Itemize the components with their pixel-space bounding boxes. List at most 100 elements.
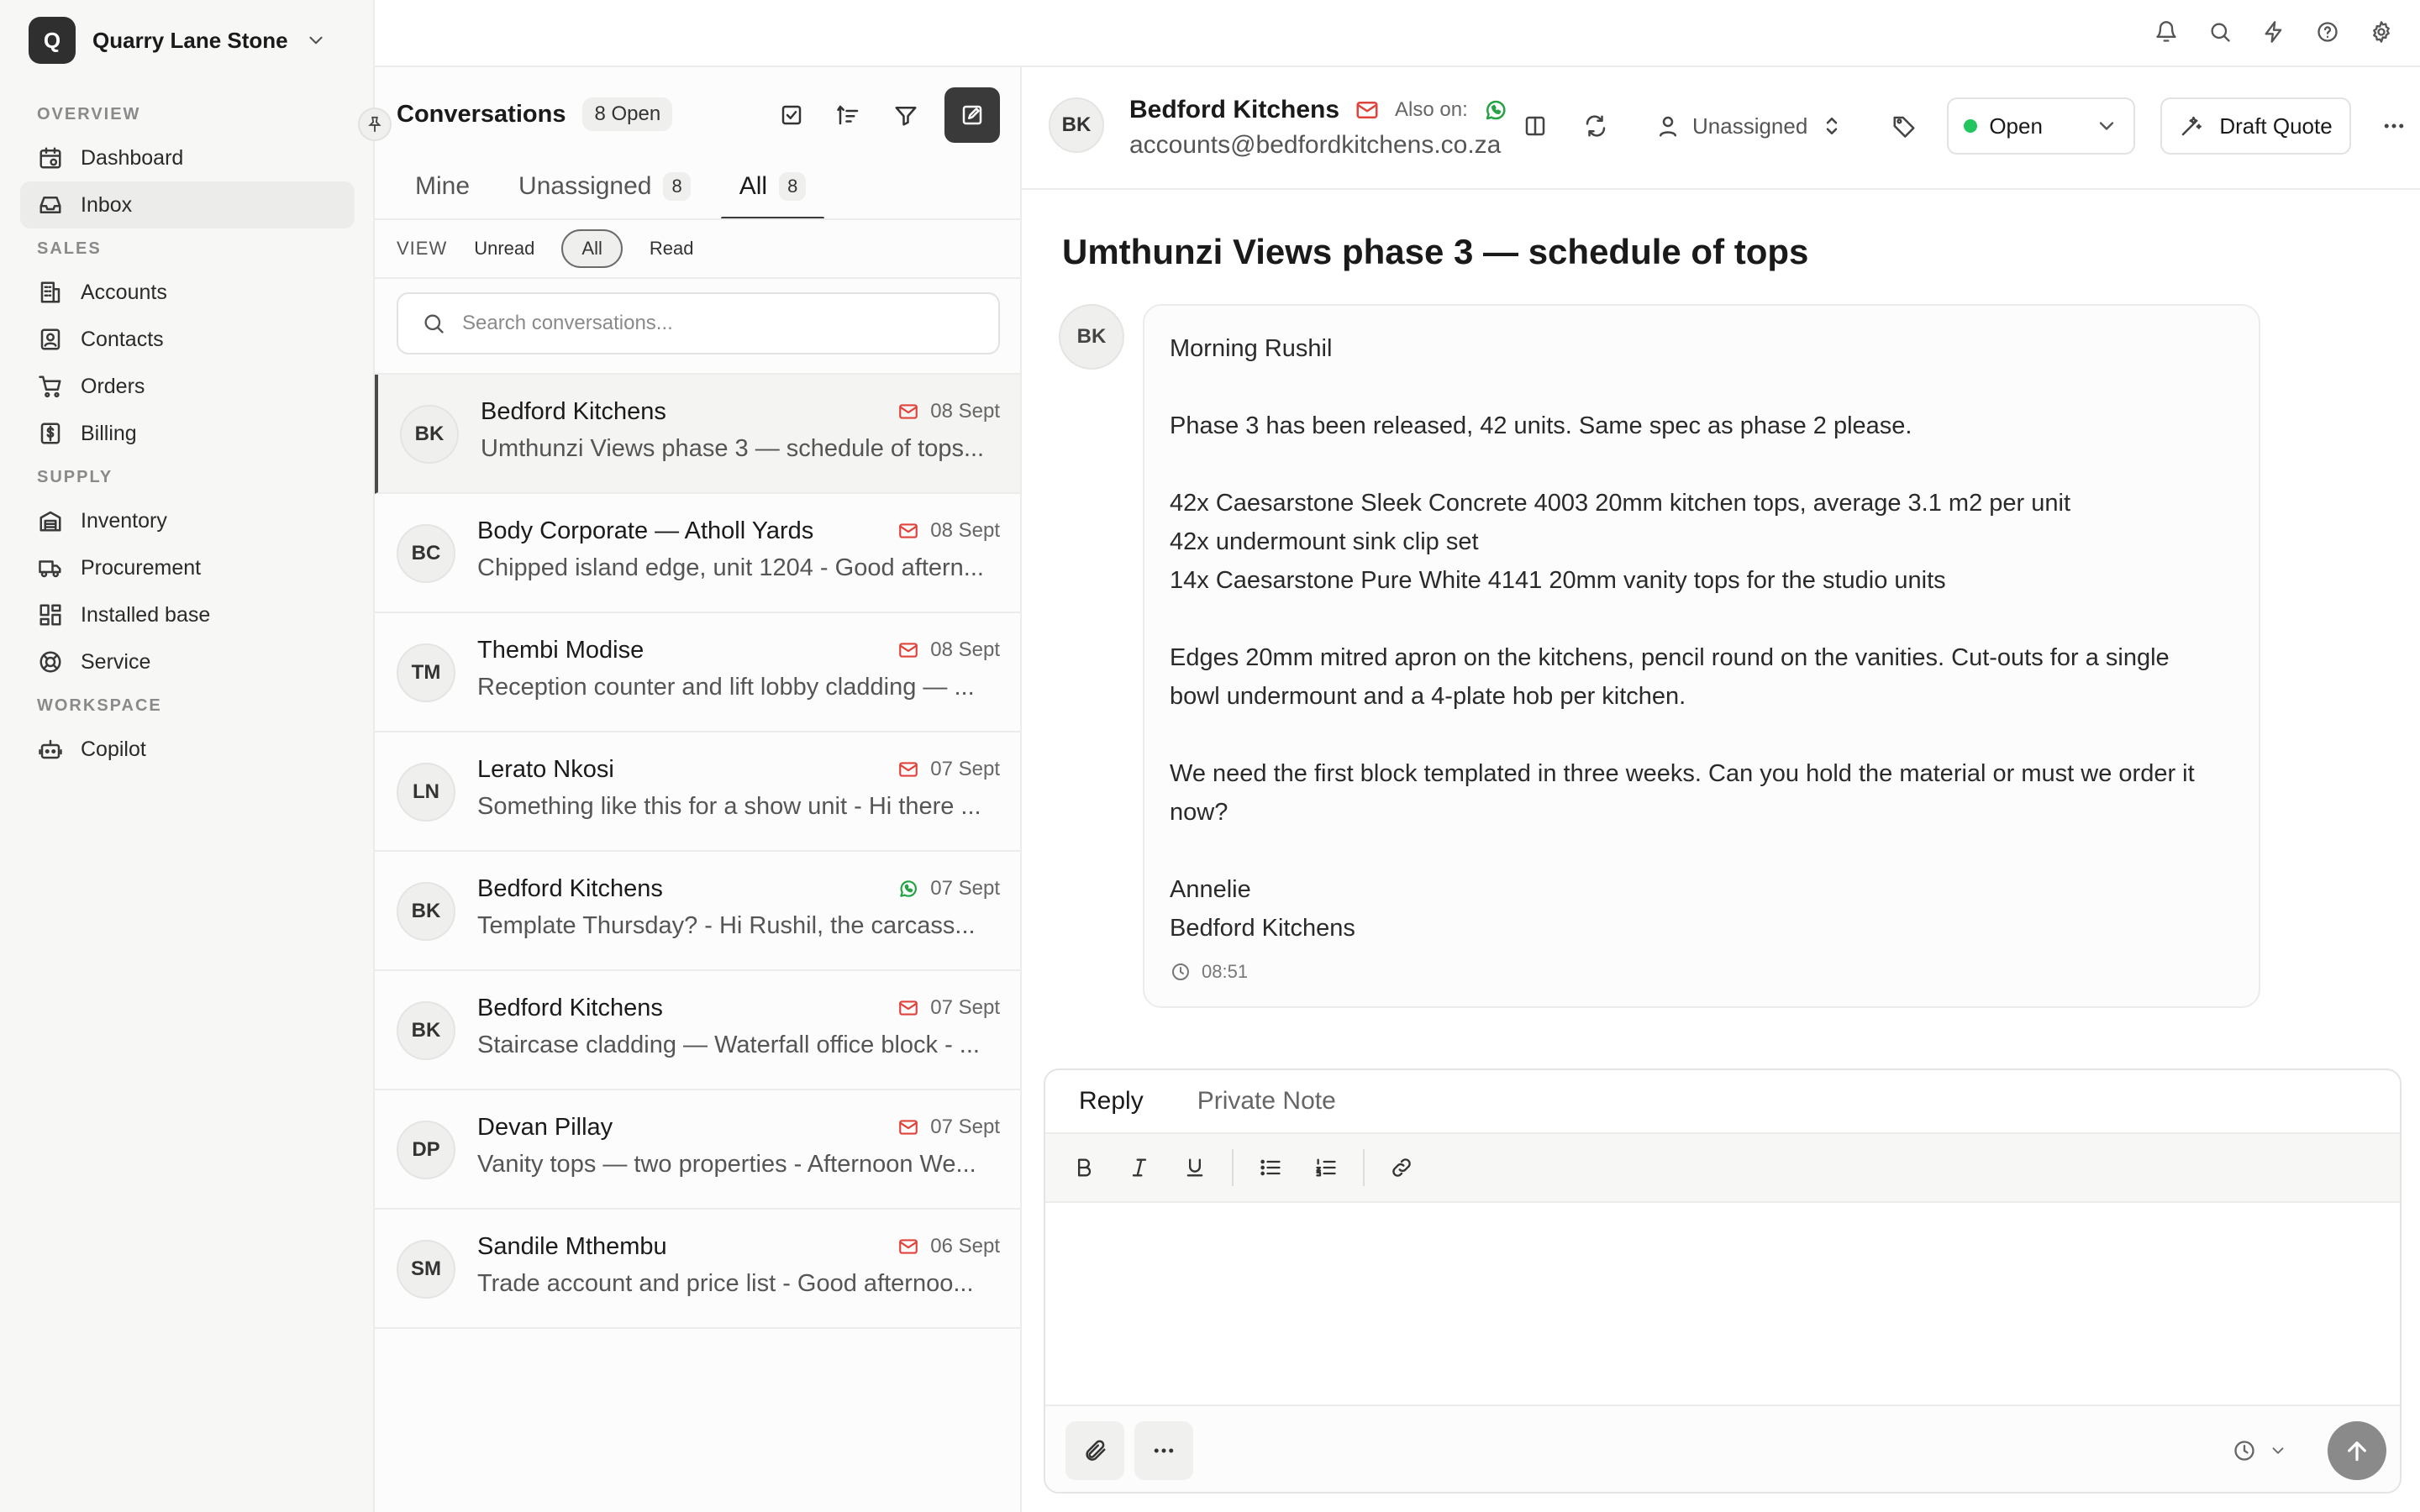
- conversation-date: 06 Sept: [930, 1235, 1000, 1257]
- help-icon[interactable]: [2314, 18, 2341, 45]
- arrow-up-icon: [2348, 1441, 2366, 1462]
- message-line: 42x Caesarstone Sleek Concrete 4003 20mm…: [1170, 490, 2070, 517]
- conversation-row[interactable]: LN Lerato Nkosi 07 Sept Something like this…: [375, 732, 1020, 852]
- search-icon[interactable]: [2207, 18, 2233, 45]
- conversation-row[interactable]: TM Thembi Modise 08 Sept Reception counter …: [375, 613, 1020, 732]
- paperclip-icon[interactable]: [1065, 1421, 1124, 1480]
- tab-private-note[interactable]: Private Note: [1197, 1087, 1336, 1116]
- sort-icon[interactable]: [830, 97, 867, 134]
- more-icon[interactable]: [1134, 1421, 1193, 1480]
- cart-icon: [37, 373, 64, 400]
- tab-count: 8: [663, 172, 691, 201]
- schedule-send[interactable]: [2232, 1438, 2291, 1463]
- tab-label: All: [739, 172, 768, 200]
- nav-section-supply: SUPPLY: [37, 467, 113, 486]
- lifebuoy-icon: [37, 648, 64, 675]
- divider: [375, 218, 1020, 220]
- conversation-name: Bedford Kitchens: [481, 398, 666, 425]
- message-line: 42x undermount sink clip set: [1170, 528, 1479, 555]
- sidebar-item-orders[interactable]: Orders: [20, 363, 355, 410]
- tag-icon[interactable]: [1886, 108, 1922, 144]
- conversation-name: Thembi Modise: [477, 637, 644, 664]
- bolt-icon[interactable]: [2260, 18, 2287, 45]
- bullet-list-icon[interactable]: [1252, 1149, 1289, 1186]
- conversation-meta: 07 Sept: [897, 1116, 1000, 1139]
- contact-name[interactable]: Bedford Kitchens: [1129, 96, 1339, 124]
- italic-icon[interactable]: [1121, 1149, 1158, 1186]
- conversation-date: 08 Sept: [930, 400, 1000, 423]
- assignee-select[interactable]: Unassigned: [1639, 113, 1861, 139]
- chevron-down-icon: [2265, 1438, 2291, 1463]
- conversation-date: 07 Sept: [930, 1116, 1000, 1138]
- conversation-row[interactable]: BK Bedford Kitchens 07 Sept Staircase cladd…: [375, 971, 1020, 1090]
- composer-footer: [1045, 1404, 2400, 1492]
- link-icon[interactable]: [1383, 1149, 1420, 1186]
- sidebar-item-accounts[interactable]: Accounts: [20, 269, 355, 316]
- avatar: BC: [397, 524, 455, 583]
- search-input[interactable]: [462, 312, 966, 335]
- tab-all[interactable]: All 8: [720, 155, 825, 220]
- conversation-row[interactable]: BK Bedford Kitchens 07 Sept Template Thursd…: [375, 852, 1020, 971]
- conversation-preview: Something like this for a show unit - Hi…: [477, 793, 981, 820]
- email-icon: [897, 758, 920, 781]
- draft-quote-button[interactable]: Draft Quote: [2160, 97, 2351, 155]
- sidebar-item-contacts[interactable]: Contacts: [20, 316, 355, 363]
- sidebar-item-copilot[interactable]: Copilot: [20, 726, 355, 773]
- conversations-panel: Conversations 8 Open Mine Unassigned 8 A…: [358, 67, 1022, 1512]
- conversation-date: 08 Sept: [930, 519, 1000, 542]
- bell-icon[interactable]: [2153, 18, 2180, 45]
- sidebar-item-label: Accounts: [81, 280, 167, 304]
- sidebar-item-procurement[interactable]: Procurement: [20, 544, 355, 591]
- whatsapp-icon[interactable]: [1481, 96, 1510, 124]
- view-unread[interactable]: Unread: [474, 238, 534, 260]
- chevron-down-icon: [2095, 114, 2118, 138]
- email-icon: [897, 1116, 920, 1139]
- message-line: Annelie: [1170, 876, 1251, 903]
- tab-unassigned[interactable]: Unassigned 8: [500, 155, 709, 218]
- sidebar-item-inventory[interactable]: Inventory: [20, 497, 355, 544]
- conversation-search: [397, 292, 1000, 354]
- sidebar-item-service[interactable]: Service: [20, 638, 355, 685]
- bold-icon[interactable]: [1065, 1149, 1102, 1186]
- conversation-meta: 07 Sept: [897, 996, 1000, 1020]
- view-all[interactable]: All: [561, 229, 623, 268]
- tab-mine[interactable]: Mine: [397, 155, 488, 218]
- sidebar-item-label: Billing: [81, 421, 137, 445]
- panel-toggle-icon[interactable]: [1518, 108, 1553, 144]
- sidebar-item-billing[interactable]: Billing: [20, 410, 355, 457]
- open-count-badge: 8 Open: [582, 97, 673, 131]
- conversation-name: Bedford Kitchens: [477, 995, 663, 1021]
- status-select[interactable]: Open: [1947, 97, 2136, 155]
- sidebar-item-installed-base[interactable]: Installed base: [20, 591, 355, 638]
- sidebar-item-label: Procurement: [81, 555, 202, 580]
- contact-card-icon: [37, 326, 64, 353]
- grid-icon: [37, 601, 64, 628]
- conversation-row[interactable]: SM Sandile Mthembu 06 Sept Trade account an…: [375, 1210, 1020, 1329]
- email-icon: [897, 638, 920, 662]
- message-line: Morning Rushil: [1170, 335, 1333, 362]
- org-switcher[interactable]: Q Quarry Lane Stone: [29, 17, 327, 64]
- pin-icon[interactable]: [358, 108, 392, 141]
- mark-done-icon[interactable]: [773, 97, 810, 134]
- conversation-row[interactable]: BK Bedford Kitchens 08 Sept Umthunzi Views …: [375, 375, 1020, 494]
- view-read[interactable]: Read: [650, 238, 694, 260]
- conversation-row[interactable]: BC Body Corporate — Atholl Yards 08 Sept Ch…: [375, 494, 1020, 613]
- calendar-icon: [37, 144, 64, 171]
- compose-icon[interactable]: [944, 87, 1000, 143]
- gear-icon[interactable]: [2368, 18, 2395, 45]
- avatar: BK: [1059, 304, 1124, 370]
- sidebar-item-dashboard[interactable]: Dashboard: [20, 134, 355, 181]
- more-icon[interactable]: [2376, 108, 2412, 144]
- numbered-list-icon[interactable]: [1307, 1149, 1344, 1186]
- send-button[interactable]: [2328, 1421, 2386, 1480]
- tab-reply[interactable]: Reply: [1079, 1087, 1144, 1116]
- conversation-row[interactable]: DP Devan Pillay 07 Sept Vanity tops — two p…: [375, 1090, 1020, 1210]
- sidebar-item-label: Orders: [81, 374, 145, 398]
- avatar: DP: [397, 1121, 455, 1179]
- merge-icon[interactable]: [1578, 108, 1613, 144]
- filter-icon[interactable]: [887, 97, 924, 134]
- sidebar-item-inbox[interactable]: Inbox: [20, 181, 355, 228]
- underline-icon[interactable]: [1176, 1149, 1213, 1186]
- reply-editor[interactable]: [1045, 1203, 2400, 1404]
